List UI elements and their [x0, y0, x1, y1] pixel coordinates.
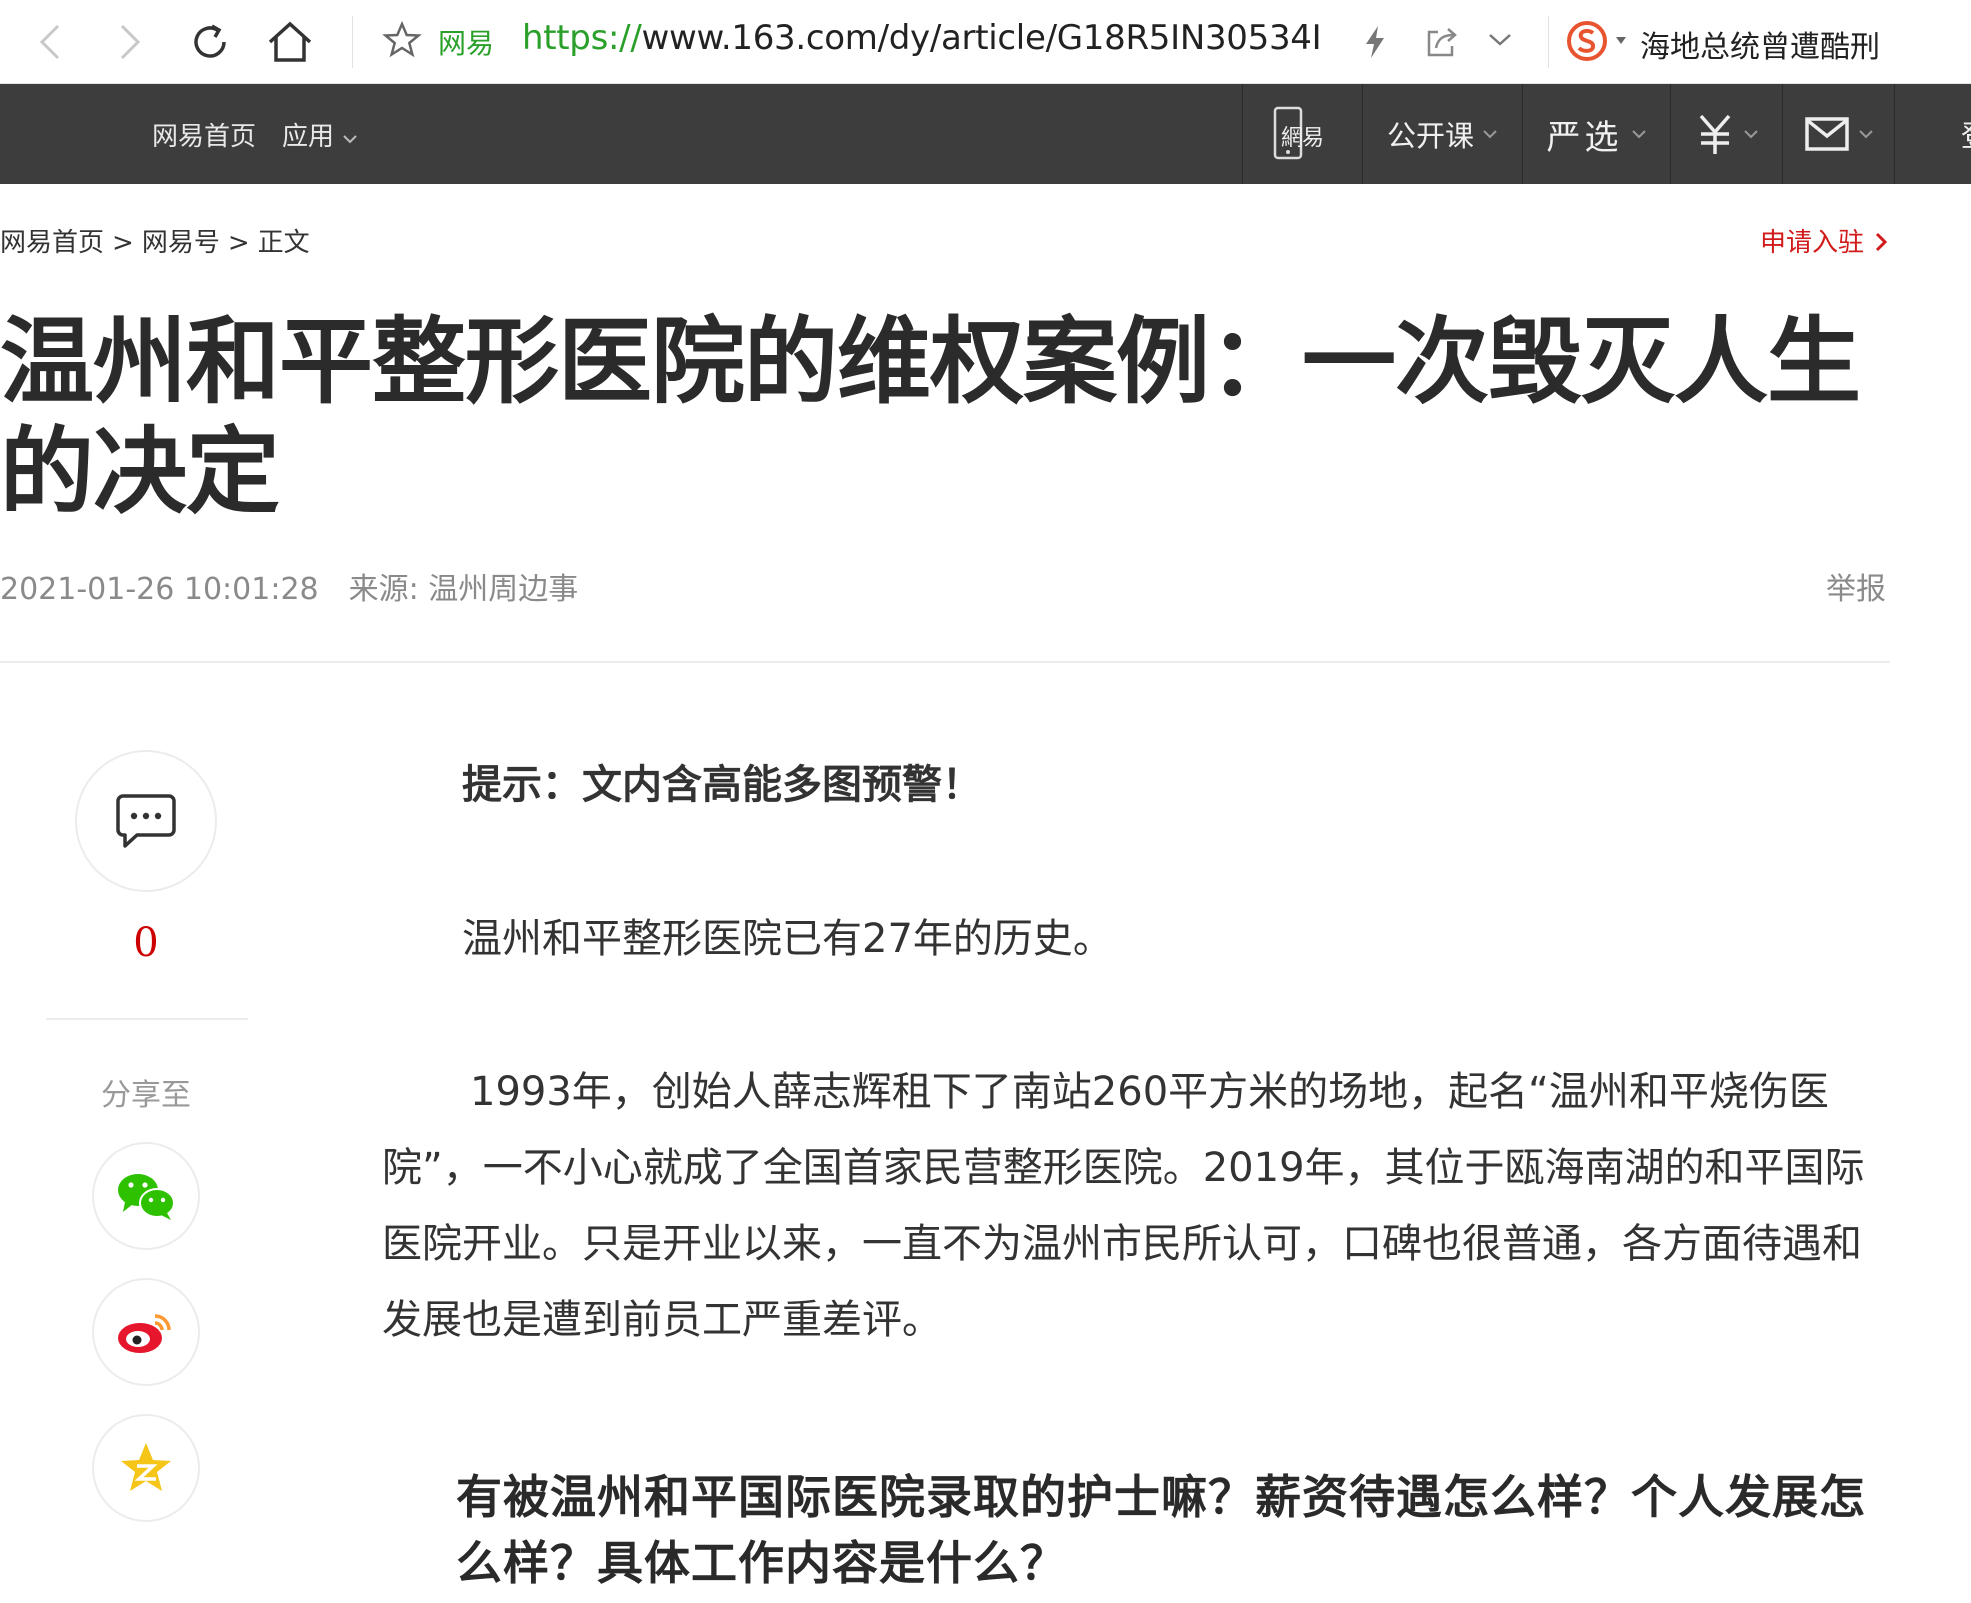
home-icon	[268, 21, 312, 62]
report-link[interactable]: 举报	[1826, 564, 1886, 608]
login-link[interactable]: 登	[1894, 84, 1971, 184]
chevron-down-icon	[1743, 130, 1758, 139]
article-meta: 2021-01-26 10:01:28 来源: 温州周边事	[0, 564, 578, 608]
share-qzone-button[interactable]	[92, 1414, 200, 1522]
breadcrumb-separator: >	[227, 228, 250, 258]
chevron-down-icon[interactable]	[1486, 30, 1514, 54]
hot-search-text[interactable]: 海地总统曾遭酷刑	[1640, 22, 1880, 66]
sogou-logo-icon	[1567, 21, 1626, 61]
embedded-image-text: 有被温州和平国际医院录取的护士嘛？薪资待遇怎么样？个人发展怎么样？具体工作内容是…	[456, 1470, 1866, 1590]
article-title: 温州和平整形医院的维权案例：一次毁灭人生的决定	[0, 308, 1861, 527]
mail-icon	[1804, 117, 1849, 151]
lightning-icon[interactable]	[1362, 24, 1388, 64]
login-label: 登	[1961, 113, 1971, 155]
yanxuan-menu[interactable]: 严选	[1522, 84, 1670, 184]
chevron-down-icon	[343, 135, 357, 144]
finance-menu[interactable]	[1670, 84, 1782, 184]
article-paragraph: 1993年，创始人薛志辉租下了南站260平方米的场地，起名“温州和平烧伤医院”，…	[382, 1069, 1865, 1343]
chevron-down-icon	[1858, 130, 1873, 139]
article-tip: 提示：文内含高能多图预警！	[462, 762, 982, 808]
breadcrumb-current: 正文	[257, 228, 310, 258]
breadcrumb-home[interactable]: 网易首页	[0, 228, 104, 258]
comment-button[interactable]	[75, 750, 217, 892]
toolbar-divider	[1548, 16, 1549, 68]
breadcrumb-wangyihao[interactable]: 网易号	[142, 228, 220, 258]
qzone-star-icon	[121, 1443, 171, 1491]
comment-count[interactable]: 0	[75, 920, 217, 966]
mobile-app-logo-text: 網易	[1281, 126, 1324, 151]
comment-bubble-icon	[116, 794, 176, 848]
chevron-down-icon	[1483, 130, 1497, 139]
bookmark-star-icon[interactable]	[382, 20, 422, 64]
share-wechat-button[interactable]	[92, 1142, 200, 1250]
meta-divider	[0, 661, 1890, 663]
yanxuan-label: 严选	[1546, 117, 1623, 158]
embedded-screenshot-image: 有被温州和平国际医院录取的护士嘛？薪资待遇怎么样？个人发展怎么样？具体工作内容是…	[440, 1464, 1880, 1603]
weibo-icon	[118, 1314, 171, 1353]
site-identity-label: 网易	[438, 27, 495, 60]
forward-icon	[120, 24, 141, 60]
yen-icon	[1699, 114, 1730, 154]
back-icon	[39, 24, 60, 60]
search-engine-switch[interactable]	[1566, 20, 1632, 66]
url-protocol: https://	[522, 18, 642, 58]
share-weibo-button[interactable]	[92, 1278, 200, 1386]
header-home-link[interactable]: 网易首页	[152, 116, 256, 153]
breadcrumb: 网易首页 > 网易号 > 正文	[0, 222, 310, 259]
chevron-right-icon	[1875, 232, 1888, 252]
breadcrumb-separator: >	[112, 228, 134, 258]
home-button[interactable]	[262, 14, 318, 70]
forward-button[interactable]	[102, 14, 158, 70]
share-page-icon[interactable]	[1424, 24, 1460, 64]
mobile-app-button[interactable]: 網易	[1242, 84, 1362, 184]
open-course-label: 公开课	[1386, 119, 1474, 153]
article-source[interactable]: 来源: 温州周边事	[349, 572, 579, 607]
share-label: 分享至	[101, 1078, 191, 1113]
site-header: 网易首页 应用 網易 公开课 严选 登	[0, 84, 1971, 184]
apply-join-label: 申请入驻	[1760, 228, 1865, 258]
chevron-down-icon	[1631, 130, 1646, 139]
back-button[interactable]	[22, 14, 78, 70]
toolbar-divider	[352, 16, 353, 68]
open-course-menu[interactable]: 公开课	[1362, 84, 1522, 184]
url-path: www.163.com/dy/article/G18R5IN30534I364.…	[641, 18, 1322, 58]
mail-menu[interactable]	[1782, 84, 1894, 184]
header-apps-label: 应用	[282, 122, 335, 152]
address-bar-url[interactable]: https://www.163.com/dy/article/G18R5IN30…	[522, 18, 1322, 58]
rail-divider	[46, 1018, 248, 1020]
header-apps-menu[interactable]: 应用	[282, 116, 358, 153]
publish-date: 2021-01-26 10:01:28	[0, 572, 319, 607]
browser-toolbar: 网易 https://www.163.com/dy/article/G18R5I…	[0, 0, 1971, 84]
reload-icon	[194, 24, 226, 58]
wechat-icon	[118, 1174, 175, 1220]
reload-button[interactable]	[182, 14, 238, 70]
article-paragraph: 温州和平整形医院已有27年的历史。	[462, 916, 1113, 962]
apply-join-link[interactable]: 申请入驻	[1760, 222, 1890, 259]
